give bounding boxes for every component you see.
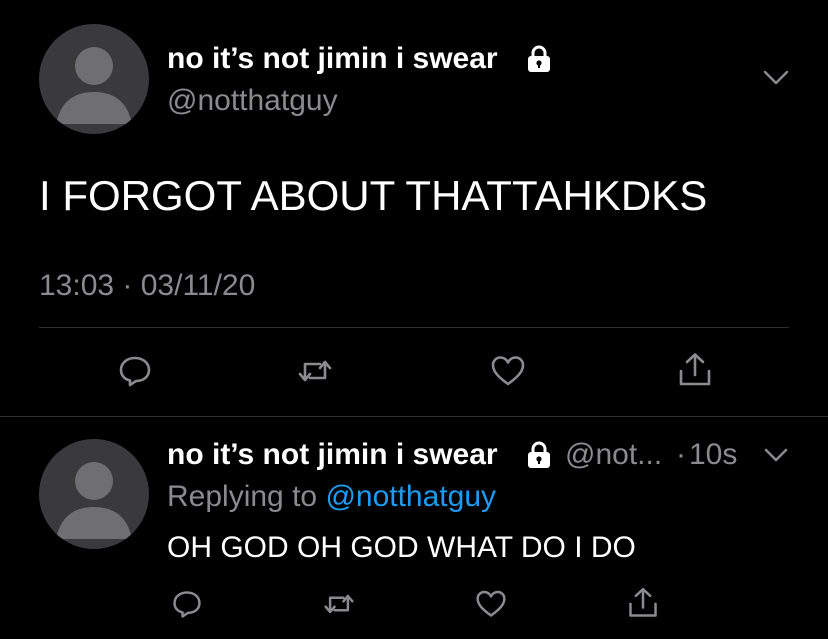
heart-icon[interactable] [489,353,527,389]
replying-to: Replying to @notthatguy [167,479,496,515]
tweet-text: I FORGOT ABOUT THATTAHKDKS [39,172,708,219]
timestamp[interactable]: 13:03 · 03/11/20 [39,268,255,304]
handle[interactable]: @notthatguy [167,83,338,119]
avatar[interactable] [39,439,149,549]
separator-dot: · [676,438,686,471]
lock-icon [524,44,554,74]
replying-to-handle[interactable]: @notthatguy [325,480,496,513]
chevron-down-icon[interactable] [763,70,789,91]
retweet-icon[interactable] [322,588,356,620]
reply-icon[interactable] [117,353,153,389]
retweet-icon[interactable] [296,353,334,389]
reply-text: OH GOD OH GOD WHAT DO I DO [167,531,636,564]
display-name[interactable]: no it’s not jimin i swear [167,41,498,77]
lock-icon [524,440,554,470]
handle[interactable]: @not... [565,437,662,473]
replying-to-label: Replying to [167,480,318,513]
share-icon[interactable] [676,351,714,389]
avatar[interactable] [39,24,149,134]
share-icon[interactable] [626,586,660,620]
chevron-down-icon[interactable] [764,448,788,467]
divider [0,416,828,417]
reply-icon[interactable] [171,588,203,620]
display-name[interactable]: no it’s not jimin i swear [167,437,498,473]
divider [39,327,789,328]
time-ago[interactable]: 10s [689,437,737,473]
heart-icon[interactable] [474,588,508,620]
